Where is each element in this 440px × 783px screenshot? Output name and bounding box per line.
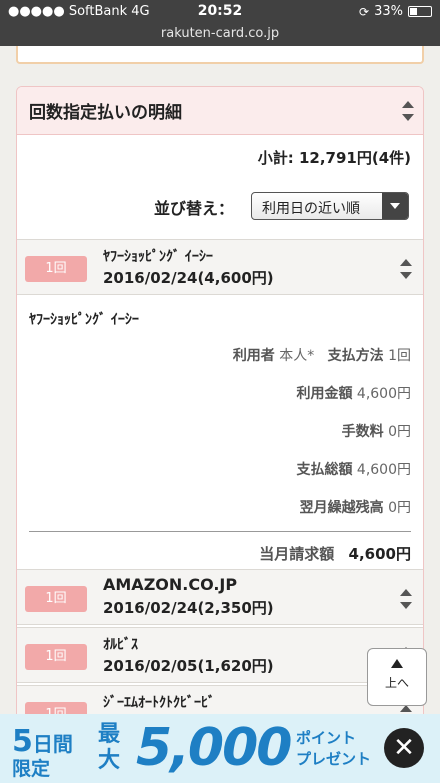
sort-row: 並び替え： 利用日の近い順	[17, 191, 423, 221]
monthly-charge: 当月請求額 4,600円	[259, 543, 411, 564]
installment-count-badge: 1回	[25, 644, 87, 670]
banner-limited: 限定	[12, 758, 51, 780]
total-label: 支払総額	[296, 462, 353, 478]
method-value: 1回	[388, 348, 411, 364]
banner-days-unit: 日間	[32, 732, 73, 756]
date-amount: 2016/02/24(4,600円)	[103, 269, 274, 287]
carryover-value: 0円	[388, 500, 411, 516]
merchant-name: ｵﾙﾋﾞｽ	[103, 637, 138, 653]
url-bar[interactable]: rakuten-card.co.jp	[0, 24, 440, 46]
back-to-top-label: 上へ	[384, 676, 409, 690]
promo-banner[interactable]: 5日間 限定 最大 5,000 ポイント プレゼント ✕	[0, 714, 440, 783]
detail-row-total: 支払総額 4,600円	[296, 459, 411, 479]
panel-title: 回数指定払いの明細	[29, 103, 182, 123]
amount-label: 利用金額	[296, 386, 353, 402]
detail-merchant-name: ﾔﾌｰｼｮｯﾋﾟﾝｸﾞ ｲｰｼｰ	[29, 312, 139, 328]
date-amount: 2016/02/05(1,620円)	[103, 657, 274, 675]
sort-select-value: 利用日の近い順	[262, 201, 360, 217]
amount-value: 4,600円	[356, 386, 411, 402]
sort-label: 並び替え：	[154, 199, 235, 218]
transaction-item-header[interactable]: 1回 ﾔﾌｰｼｮｯﾋﾟﾝｸﾞ ｲｰｼｰ 2016/02/24(4,600円)	[17, 239, 423, 295]
carryover-label: 翌月繰越残高	[299, 500, 384, 516]
collapse-toggle-icon[interactable]	[401, 101, 415, 121]
installment-count-badge: 1回	[25, 256, 87, 282]
page-content[interactable]: 回数指定払いの明細 小計: 12,791円(4件) 並び替え： 利用日の近い順 …	[0, 46, 440, 714]
battery-percent: 33%	[374, 4, 403, 19]
fee-value: 0円	[388, 424, 411, 440]
installment-count-badge: 1回	[25, 586, 87, 612]
sort-select[interactable]: 利用日の近い順	[251, 192, 409, 220]
expand-toggle-icon[interactable]	[399, 259, 413, 279]
total-value: 4,600円	[356, 462, 411, 478]
banner-max: 最大	[98, 722, 121, 773]
subtotal: 小計: 12,791円(4件)	[257, 149, 411, 167]
rotation-lock-icon: ⟳	[359, 4, 370, 19]
battery-fill	[410, 8, 417, 15]
merchant-name: AMAZON.CO.JP	[103, 575, 238, 594]
banner-point-line1: ポイント	[296, 729, 357, 747]
transaction-item-header[interactable]: 1回 ｼﾞｰｴﾑｵｰﾄｸﾄｸﾋﾞｰﾋﾞ	[17, 685, 423, 714]
transaction-item-header[interactable]: 1回 ｵﾙﾋﾞｽ 2016/02/05(1,620円)	[17, 627, 423, 683]
close-icon[interactable]: ✕	[384, 728, 424, 768]
merchant-name: ｼﾞｰｴﾑｵｰﾄｸﾄｸﾋﾞｰﾋﾞ	[103, 695, 215, 711]
divider	[29, 531, 411, 532]
user-value: 本人*	[279, 348, 315, 364]
previous-section-card	[16, 46, 424, 64]
dropdown-arrow-icon	[382, 193, 408, 219]
transaction-item-header[interactable]: 1回 AMAZON.CO.JP 2016/02/24(2,350円)	[17, 569, 423, 625]
arrow-up-icon	[391, 659, 403, 668]
banner-days-limited: 5日間 限定	[12, 724, 84, 780]
status-bar: ●●●●● SoftBank 4G 20:52 ⟳ 33%	[0, 0, 440, 24]
date-amount: 2016/02/24(2,350円)	[103, 599, 274, 617]
detail-row-user-method: 利用者 本人* 支払方法 1回	[233, 345, 411, 365]
installment-detail-panel: 回数指定払いの明細 小計: 12,791円(4件) 並び替え： 利用日の近い順 …	[16, 86, 424, 714]
detail-row-carryover: 翌月繰越残高 0円	[300, 497, 411, 517]
merchant-name: ﾔﾌｰｼｮｯﾋﾟﾝｸﾞ ｲｰｼｰ	[103, 249, 213, 265]
detail-row-fee: 手数料 0円	[342, 421, 411, 441]
expand-toggle-icon[interactable]	[399, 589, 413, 609]
battery-icon	[408, 6, 432, 17]
detail-row-amount: 利用金額 4,600円	[296, 383, 411, 403]
banner-amount: 5,000	[136, 718, 292, 778]
installment-count-badge: 1回	[25, 702, 87, 714]
panel-header[interactable]: 回数指定払いの明細	[17, 87, 423, 135]
back-to-top-button[interactable]: 上へ	[367, 648, 427, 706]
banner-point-line2: プレゼント	[296, 750, 372, 768]
user-label: 利用者	[232, 348, 275, 364]
status-right: ⟳ 33%	[359, 4, 432, 19]
monthly-value: 4,600円	[348, 545, 411, 563]
monthly-label: 当月請求額	[259, 545, 335, 563]
expand-toggle-icon[interactable]	[399, 705, 413, 714]
url-text: rakuten-card.co.jp	[160, 26, 280, 41]
fee-label: 手数料	[341, 424, 384, 440]
method-label: 支払方法	[327, 348, 384, 364]
banner-point-text: ポイント プレゼント	[296, 728, 371, 770]
